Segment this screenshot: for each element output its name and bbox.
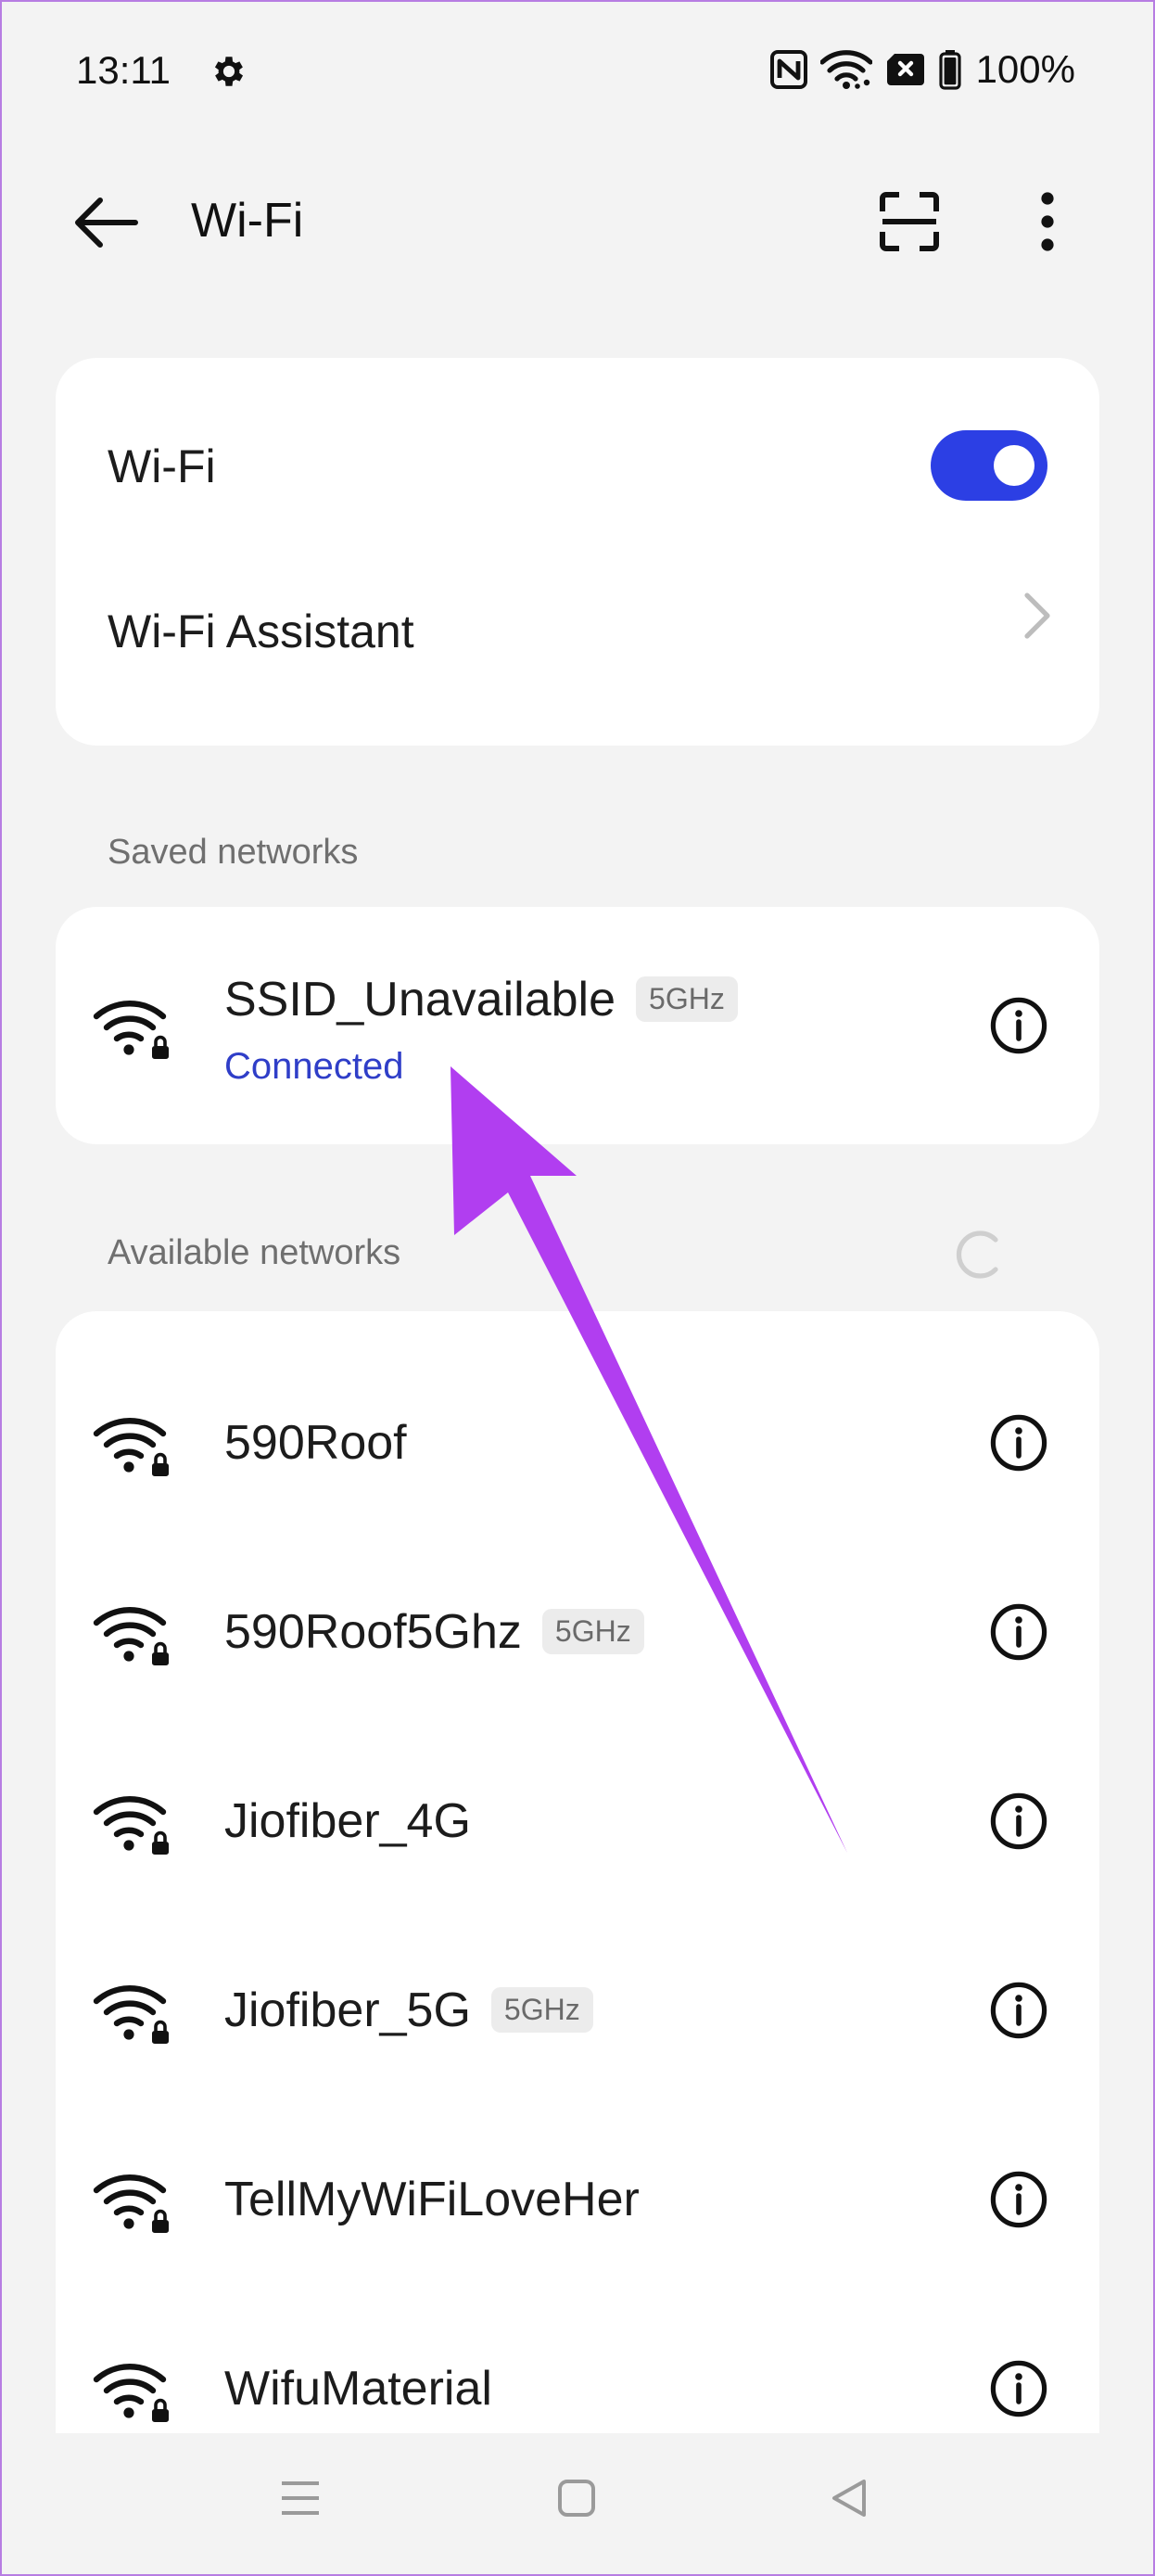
info-icon[interactable] [990,2360,1047,2417]
gear-icon [214,57,244,86]
wifi-lock-icon [93,1001,169,1059]
network-row[interactable]: Jiofiber_5G 5GHz [56,1916,1099,2105]
wifi-icon [819,50,872,89]
scan-icon[interactable] [879,191,940,252]
network-name: 590Roof [224,1416,407,1470]
network-row[interactable]: 590Roof [56,1348,1099,1537]
network-row[interactable]: TellMyWiFiLoveHer [56,2105,1099,2294]
status-time: 13:11 [76,48,171,92]
page-title: Wi-Fi [191,194,304,248]
wifi-lock-icon [93,2364,169,2422]
loading-spinner-icon [956,1231,998,1279]
network-name: TellMyWiFiLoveHer [224,2173,640,2226]
sim-error-icon [886,54,924,85]
nfc-icon [769,50,807,89]
wifi-settings-card: Wi-Fi Wi-Fi Assistant [56,358,1099,746]
network-name: 590Roof5Ghz 5GHz [224,1604,644,1660]
status-bar: 13:11 100% [0,0,1155,139]
wifi-lock-icon [93,1607,169,1665]
info-icon[interactable] [990,1414,1047,1472]
battery-icon [938,50,961,90]
wifi-lock-icon [93,1796,169,1855]
battery-percentage: 100% [975,47,1075,91]
home-square-icon[interactable] [556,2478,597,2519]
navigation-bar [0,2433,1155,2572]
saved-network-row[interactable]: SSID_Unavailable 5GHz Connected [56,907,1099,1144]
back-triangle-icon[interactable] [829,2478,869,2519]
wifi-lock-icon [93,2174,169,2233]
info-icon[interactable] [990,2171,1047,2228]
wifi-toggle-label: Wi-Fi [108,440,216,492]
band-badge: 5GHz [490,1986,593,2033]
wifi-assistant-label: Wi-Fi Assistant [108,606,414,657]
saved-networks-card: SSID_Unavailable 5GHz Connected [56,907,1099,1144]
info-icon[interactable] [990,1792,1047,1850]
available-networks-header: Available networks [108,1233,401,1272]
back-arrow-icon[interactable] [72,195,139,250]
saved-networks-header: Saved networks [108,833,359,872]
info-icon[interactable] [990,1982,1047,2039]
wifi-lock-icon [93,1985,169,2044]
band-badge: 5GHz [636,976,738,1022]
available-networks-card: 590Roof 590Roof5Ghz 5GHz Jiofiber_4G Jio… [56,1311,1099,2433]
menu-icon[interactable] [280,2478,321,2519]
network-ssid: Jiofiber_5G [224,1983,471,2037]
network-name: WifuMaterial [224,2362,492,2416]
network-name: SSID_Unavailable 5GHz [224,972,738,1027]
app-bar: Wi-Fi [0,167,1155,278]
chevron-right-icon [1024,593,1050,639]
connection-status: Connected [224,1046,404,1087]
info-icon[interactable] [990,1603,1047,1661]
wifi-toggle-switch[interactable] [931,430,1047,501]
wifi-assistant-row[interactable]: Wi-Fi Assistant [56,556,1099,705]
network-name: Jiofiber_5G 5GHz [224,1983,593,2038]
network-row[interactable]: 590Roof5Ghz 5GHz [56,1537,1099,1727]
network-ssid: SSID_Unavailable [224,973,616,1027]
network-name: Jiofiber_4G [224,1794,471,1848]
info-icon[interactable] [990,997,1047,1054]
network-ssid: 590Roof5Ghz [224,1605,522,1659]
network-row[interactable]: WifuMaterial [56,2294,1099,2433]
more-vert-icon[interactable] [1029,191,1066,252]
toggle-knob [994,445,1034,486]
band-badge: 5GHz [541,1608,644,1654]
wifi-lock-icon [93,1418,169,1476]
network-row[interactable]: Jiofiber_4G [56,1727,1099,1916]
